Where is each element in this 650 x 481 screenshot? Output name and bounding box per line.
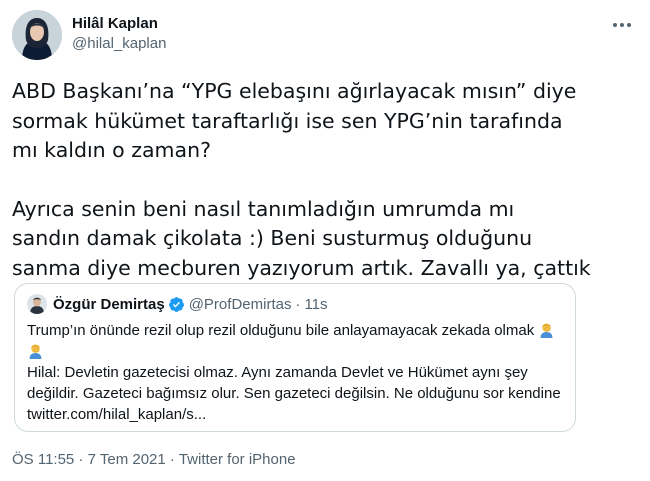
tweet-line: ABD Başkanı’na “YPG elebaşını ağırlayaca…	[12, 79, 577, 103]
tweet-line: mı kaldın o zaman?	[12, 138, 211, 162]
author-avatar[interactable]	[12, 10, 62, 60]
quoted-body-text: Hilal: Devletin gazetecisi olmaz. Aynı z…	[27, 364, 561, 423]
tweet-line: sormak hükümet taraftarlığı ise sen YPG’…	[12, 108, 563, 133]
tweet-source[interactable]: Twitter for iPhone	[179, 451, 296, 468]
tweet-date[interactable]: 7 Tem 2021	[88, 451, 166, 468]
tweet-line: sanma diye mecburen yazıyorum artık. Zav…	[12, 255, 591, 280]
more-dots-icon[interactable]	[610, 16, 634, 36]
author-handle[interactable]: @hilal_kaplan	[72, 34, 166, 54]
tweet-metadata: ÖS 11:55 · 7 Tem 2021 · Twitter for iPho…	[12, 451, 296, 468]
author-info[interactable]: Hilâl Kaplan @hilal_kaplan	[72, 14, 166, 54]
separator-dot: ·	[169, 451, 175, 468]
quoted-author-name: Özgür Demirtaş	[53, 295, 165, 313]
tweet-time[interactable]: ÖS 11:55	[12, 451, 74, 468]
person-facepalming-emoji-icon	[29, 344, 42, 359]
quoted-tweet-body: Trump’ın önünde rezil olup rezil olduğun…	[27, 320, 567, 425]
quoted-tweet-header: Özgür Demirtaş @ProfDemirtas · 11s	[27, 294, 328, 314]
profile-photo-icon	[12, 10, 62, 60]
separator-dot: ·	[78, 451, 84, 468]
tweet-line: Ayrıca senin beni nasıl tanımladığın umr…	[12, 196, 515, 221]
quoted-tweet[interactable]: Özgür Demirtaş @ProfDemirtas · 11s Trump…	[14, 283, 576, 432]
tweet-header: Hilâl Kaplan @hilal_kaplan	[12, 10, 638, 62]
quoted-author-avatar	[27, 294, 47, 314]
quoted-line1: Trump’ın önünde rezil olup rezil olduğun…	[27, 322, 535, 339]
quoted-time: 11s	[304, 295, 328, 313]
tweet-text: ABD Başkanı’na “YPG elebaşını ağırlayaca…	[12, 77, 632, 283]
tweet-line: sandın damak çikolata :) Beni susturmuş …	[12, 226, 533, 250]
verified-badge-icon	[168, 296, 184, 312]
separator-dot: ·	[295, 295, 301, 313]
quoted-author-handle: @ProfDemirtas	[188, 295, 292, 313]
person-facepalming-emoji-icon	[540, 323, 553, 338]
author-display-name[interactable]: Hilâl Kaplan	[72, 14, 166, 34]
